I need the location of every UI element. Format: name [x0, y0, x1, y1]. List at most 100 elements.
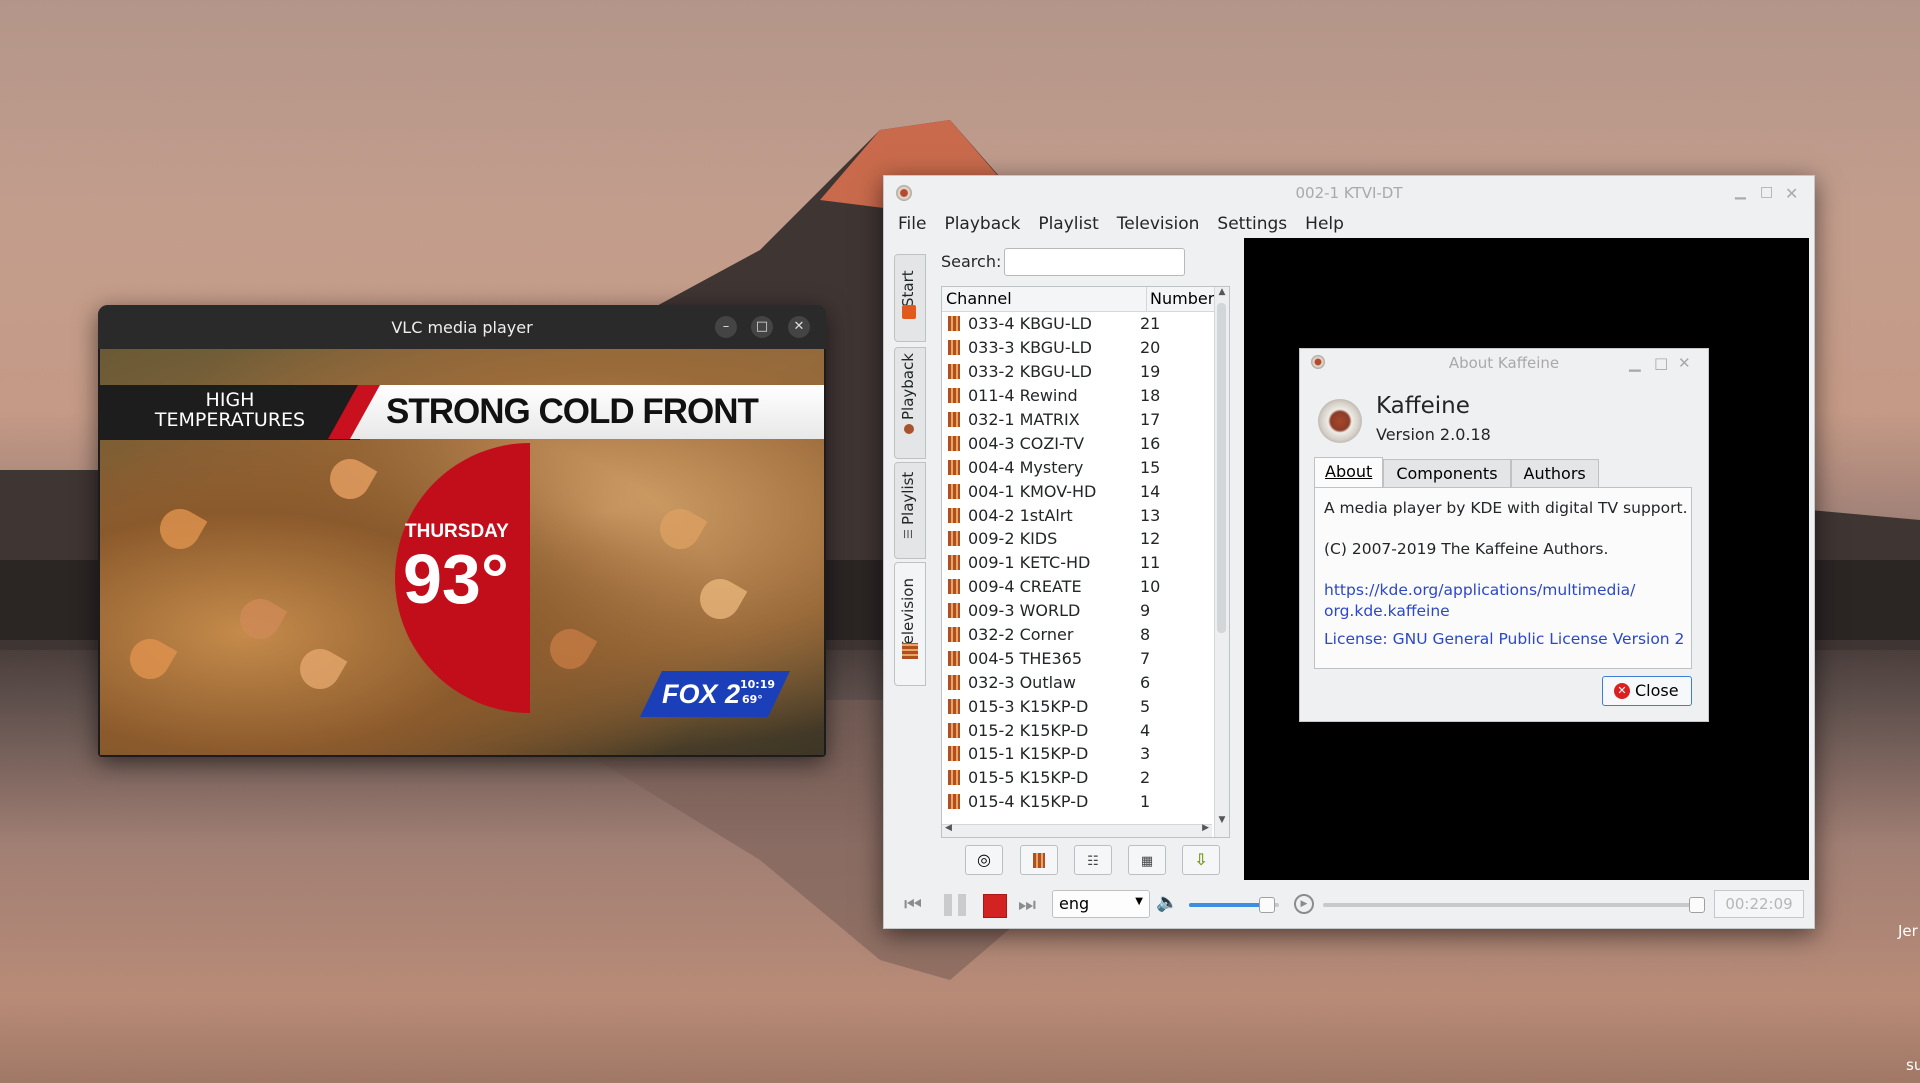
language-value: eng [1059, 894, 1090, 913]
table-row[interactable]: 004-5 THE365 7 [942, 646, 1229, 670]
menu-settings[interactable]: Settings [1217, 214, 1287, 234]
table-row[interactable]: 004-4 Mystery 15 [942, 455, 1229, 479]
channel-number: 1 [1140, 792, 1151, 812]
about-tab-content: A media player by KDE with digital TV su… [1314, 487, 1692, 669]
table-row[interactable]: 033-4 KBGU-LD 21 [942, 312, 1229, 336]
time-display: 00:22:09 [1714, 890, 1804, 918]
time-value: 00:22:09 [1725, 895, 1793, 913]
volume-icon[interactable]: 🔈 [1156, 892, 1178, 913]
volume-handle[interactable] [1258, 897, 1275, 913]
about-dialog: About Kaffeine ▁ □ ✕ Kaffeine Version 2.… [1299, 348, 1709, 722]
table-row[interactable]: 009-4 CREATE 10 [942, 575, 1229, 599]
tab-television[interactable]: Television [894, 562, 926, 686]
seek-handle[interactable] [1689, 897, 1705, 913]
banner-headline: STRONG COLD FRONT [386, 392, 759, 431]
menu-help[interactable]: Help [1305, 214, 1344, 234]
table-row[interactable]: 015-3 K15KP-D 5 [942, 694, 1229, 718]
tab-components[interactable]: Components [1383, 459, 1511, 488]
channel-icon [948, 531, 960, 547]
tab-playlist[interactable]: Playlist ☰ [894, 462, 926, 559]
homepage-link[interactable]: https://kde.org/applications/multimedia/ [1324, 581, 1635, 599]
banner-left-line1: HIGH [205, 389, 255, 411]
seek-slider[interactable] [1323, 897, 1705, 913]
channel-icon [948, 364, 960, 380]
banner-right: STRONG COLD FRONT [350, 385, 824, 439]
about-title: About Kaffeine [1448, 354, 1560, 372]
tab-about[interactable]: About [1314, 457, 1384, 488]
previous-icon[interactable]: ⏮ [904, 892, 922, 916]
channels-button[interactable]: ◎ [965, 845, 1003, 875]
menu-television[interactable]: Television [1117, 214, 1200, 234]
table-row[interactable]: 009-1 KETC-HD 11 [942, 551, 1229, 575]
maximize-icon[interactable]: □ [1760, 184, 1773, 200]
scroll-thumb[interactable] [1217, 303, 1226, 633]
kaffeine-titlebar[interactable]: 002-1 KTVI-DT ▁ □ ✕ [884, 176, 1814, 210]
channel-icon [948, 316, 960, 332]
vlc-titlebar[interactable]: VLC media player – □ ✕ [98, 305, 826, 349]
tab-authors[interactable]: Authors [1510, 459, 1599, 488]
channel-name: 033-2 KBGU-LD [968, 362, 1092, 382]
column-channel[interactable]: Channel [942, 287, 1147, 311]
table-row[interactable]: 032-1 MATRIX 17 [942, 408, 1229, 432]
minimize-icon[interactable]: ▁ [1629, 349, 1641, 377]
close-icon[interactable]: ✕ [1785, 184, 1798, 203]
table-row[interactable]: 015-1 K15KP-D 3 [942, 742, 1229, 766]
language-select[interactable]: eng ▼ [1052, 890, 1150, 918]
channel-name: 032-3 Outlaw [968, 672, 1076, 692]
scroll-down-arrow[interactable]: ▼ [1215, 815, 1229, 825]
table-row[interactable]: 004-3 COZI-TV 16 [942, 431, 1229, 455]
about-titlebar[interactable]: About Kaffeine ▁ □ ✕ [1300, 349, 1708, 377]
playlist-icon: ☰ [902, 529, 915, 539]
volume-slider[interactable] [1189, 897, 1279, 913]
channel-icon [948, 627, 960, 643]
channel-icon [948, 650, 960, 666]
vertical-scrollbar[interactable]: ▲ ▼ [1214, 287, 1229, 837]
scroll-right-arrow[interactable]: ▶ [1202, 823, 1209, 833]
search-input[interactable] [1004, 248, 1185, 276]
table-row[interactable]: 033-3 KBGU-LD 20 [942, 336, 1229, 360]
homepage-link-cont[interactable]: org.kde.kaffeine [1324, 602, 1450, 620]
menu-file[interactable]: File [898, 214, 926, 234]
minimize-icon[interactable]: ▁ [1735, 184, 1746, 200]
horizontal-scrollbar[interactable]: ◀ ▶ [942, 823, 1212, 837]
channel-list[interactable]: Channel Number 033-4 KBGU-LD 21 033-3 KBGU… [941, 286, 1230, 838]
table-row[interactable]: 015-5 K15KP-D 2 [942, 766, 1229, 790]
schedule-button[interactable]: ▦ [1128, 845, 1166, 875]
maximize-icon[interactable]: □ [751, 316, 773, 338]
table-row[interactable]: 009-2 KIDS 12 [942, 527, 1229, 551]
close-icon[interactable]: ✕ [1678, 349, 1691, 377]
column-number[interactable]: Number [1147, 287, 1214, 311]
table-row[interactable]: 004-2 1stAlrt 13 [942, 503, 1229, 527]
minimize-icon[interactable]: – [715, 316, 737, 338]
channel-name: 009-1 KETC-HD [968, 553, 1091, 573]
scroll-left-arrow[interactable]: ◀ [945, 823, 952, 833]
license-link[interactable]: License: GNU General Public License Vers… [1324, 630, 1684, 648]
pause-icon[interactable] [944, 894, 966, 916]
table-row[interactable]: 032-2 Corner 8 [942, 623, 1229, 647]
vlc-video[interactable]: HIGH TEMPERATURES STRONG COLD FRONT THUR… [100, 349, 824, 755]
tab-start[interactable]: Start [894, 254, 926, 342]
stop-icon[interactable] [983, 894, 1007, 918]
channel-name: 011-4 Rewind [968, 386, 1078, 406]
guide-button[interactable]: ☷ [1074, 845, 1112, 875]
table-row[interactable]: 032-3 Outlaw 6 [942, 670, 1229, 694]
program-button[interactable] [1020, 845, 1058, 875]
channel-number: 14 [1140, 481, 1161, 501]
table-row[interactable]: 004-1 KMOV-HD 14 [942, 479, 1229, 503]
table-row[interactable]: 009-3 WORLD 9 [942, 599, 1229, 623]
next-icon[interactable]: ⏭ [1018, 892, 1036, 916]
tab-playback[interactable]: Playback [894, 347, 926, 459]
record-button[interactable]: ⇩ [1182, 845, 1220, 875]
seek-icon[interactable]: ▶ [1294, 894, 1314, 914]
table-row[interactable]: 033-2 KBGU-LD 19 [942, 360, 1229, 384]
scroll-up-arrow[interactable]: ▲ [1215, 287, 1229, 297]
table-row[interactable]: 015-2 K15KP-D 4 [942, 718, 1229, 742]
menu-playlist[interactable]: Playlist [1038, 214, 1098, 234]
close-icon[interactable]: ✕ [788, 316, 810, 338]
table-row[interactable]: 011-4 Rewind 18 [942, 384, 1229, 408]
menu-playback[interactable]: Playback [944, 214, 1020, 234]
forecast-temp: 93° [403, 540, 509, 618]
table-row[interactable]: 015-4 K15KP-D 1 [942, 790, 1229, 814]
close-button[interactable]: ✕ Close [1602, 676, 1692, 706]
maximize-icon[interactable]: □ [1654, 349, 1668, 377]
